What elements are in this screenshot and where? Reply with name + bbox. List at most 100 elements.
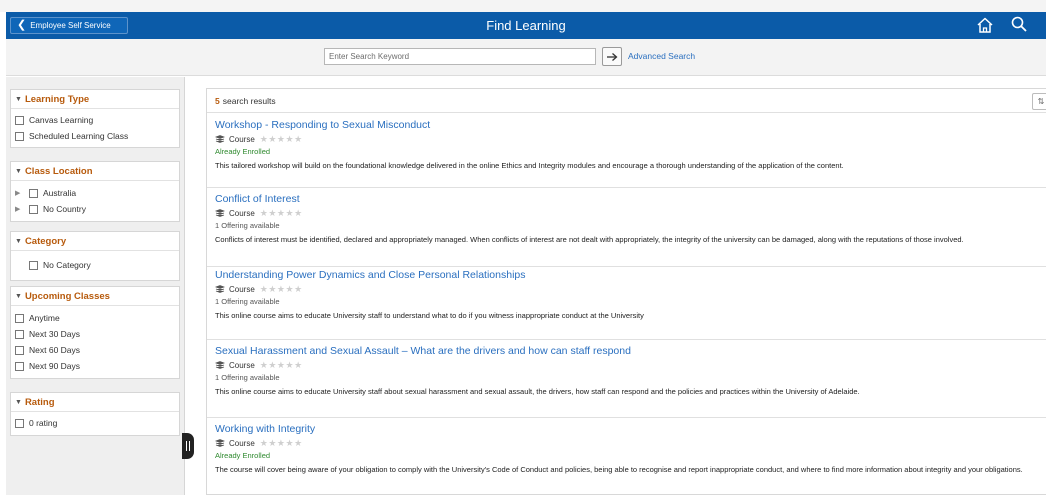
- result-type: Course: [229, 360, 255, 370]
- facet-option: No Category: [11, 257, 179, 273]
- search-icon[interactable]: [1010, 15, 1028, 33]
- option-label: Australia: [43, 188, 77, 198]
- result-type: Course: [229, 134, 255, 144]
- result-title-link[interactable]: Sexual Harassment and Sexual Assault – W…: [215, 345, 1046, 358]
- result-type: Course: [229, 438, 255, 448]
- result-meta: Course ★★★★★: [215, 358, 1046, 372]
- status-label: 1 Offering available: [215, 297, 280, 306]
- course-icon: [215, 134, 225, 143]
- app-banner: ❮ Employee Self Service Find Learning: [6, 12, 1046, 39]
- result-item: Conflict of Interest Course ★★★★★ 1 Offe…: [207, 193, 1046, 267]
- checkbox[interactable]: [15, 329, 24, 339]
- facet-rating: ▼ Rating 0 rating: [10, 392, 180, 436]
- facet-option: Canvas Learning: [11, 112, 179, 128]
- facet-option: Next 60 Days: [11, 342, 179, 358]
- facet-category: ▼ Category No Category: [10, 231, 180, 281]
- keyword-search-input[interactable]: [324, 48, 596, 65]
- option-label: Anytime: [29, 313, 60, 323]
- checkbox[interactable]: [15, 361, 24, 371]
- checkbox[interactable]: [15, 345, 24, 355]
- result-title-link[interactable]: Working with Integrity: [215, 423, 1046, 436]
- facet-title: Category: [24, 235, 67, 247]
- facet-option: Next 30 Days: [11, 326, 179, 342]
- course-icon: [215, 360, 225, 369]
- facet-title: Upcoming Classes: [24, 290, 110, 302]
- option-label: Next 90 Days: [29, 361, 81, 371]
- result-description: This online course aims to educate Unive…: [215, 387, 860, 396]
- course-icon: [215, 208, 225, 217]
- arrow-right-icon: [607, 52, 618, 61]
- facet-header-rating[interactable]: ▼ Rating: [11, 393, 179, 412]
- top-strip: [0, 0, 1046, 12]
- option-label: No Category: [43, 260, 91, 270]
- result-meta: Course ★★★★★: [215, 132, 1046, 146]
- facet-header-category[interactable]: ▼ Category: [11, 232, 179, 251]
- facet-upcoming-classes: ▼ Upcoming Classes Anytime Next 30 Days …: [10, 286, 180, 379]
- page-title: Find Learning: [486, 18, 566, 33]
- facet-option: ▶ Australia: [11, 185, 179, 201]
- collapse-triangle-icon: ▼: [15, 237, 22, 245]
- sort-icon: ⇅: [1037, 97, 1045, 106]
- result-meta: Course ★★★★★: [215, 436, 1046, 450]
- result-title-link[interactable]: Conflict of Interest: [215, 193, 1046, 206]
- checkbox[interactable]: [29, 204, 38, 214]
- course-icon: [215, 438, 225, 447]
- rating-stars: ★★★★★: [259, 359, 303, 370]
- home-icon[interactable]: [976, 16, 994, 34]
- option-label: Scheduled Learning Class: [29, 131, 129, 141]
- status-label: 1 Offering available: [215, 373, 280, 382]
- checkbox[interactable]: [15, 131, 24, 141]
- option-label: Next 60 Days: [29, 345, 81, 355]
- facet-option: ▶ No Country: [11, 201, 179, 217]
- sort-button[interactable]: ⇅: [1032, 93, 1046, 110]
- rating-stars: ★★★★★: [259, 207, 303, 218]
- results-header: 5 search results ⇅: [207, 89, 1046, 113]
- result-meta: Course ★★★★★: [215, 206, 1046, 220]
- result-description: This tailored workshop will build on the…: [215, 161, 844, 170]
- facet-title: Learning Type: [24, 93, 90, 105]
- results-count: 5: [215, 95, 220, 106]
- results-count-label: search results: [222, 95, 276, 106]
- facet-header-upcoming-classes[interactable]: ▼ Upcoming Classes: [11, 287, 179, 306]
- option-label: Canvas Learning: [29, 115, 94, 125]
- facet-option: Scheduled Learning Class: [11, 128, 179, 144]
- option-label: 0 rating: [29, 418, 58, 428]
- result-description: This online course aims to educate Unive…: [215, 311, 644, 320]
- rating-stars: ★★★★★: [259, 283, 303, 294]
- facet-learning-type: ▼ Learning Type Canvas Learning Schedule…: [10, 89, 180, 148]
- result-item: Workshop - Responding to Sexual Miscondu…: [207, 119, 1046, 188]
- collapse-triangle-icon: ▼: [15, 167, 22, 175]
- facet-option: Next 90 Days: [11, 358, 179, 374]
- status-label: 1 Offering available: [215, 221, 280, 230]
- facet-title: Rating: [24, 396, 55, 408]
- checkbox[interactable]: [29, 188, 38, 198]
- facet-header-learning-type[interactable]: ▼ Learning Type: [11, 90, 179, 109]
- result-description: Conflicts of interest must be identified…: [215, 235, 964, 244]
- option-label: Next 30 Days: [29, 329, 81, 339]
- search-go-button[interactable]: [602, 47, 622, 66]
- checkbox[interactable]: [29, 260, 38, 270]
- collapse-triangle-icon: ▼: [15, 398, 22, 406]
- course-icon: [215, 284, 225, 293]
- facet-header-class-location[interactable]: ▼ Class Location: [11, 162, 179, 181]
- search-results-panel: 5 search results ⇅ Workshop - Responding…: [206, 88, 1046, 495]
- checkbox[interactable]: [15, 115, 24, 125]
- result-item: Sexual Harassment and Sexual Assault – W…: [207, 345, 1046, 418]
- result-description: The course will cover being aware of you…: [215, 465, 1023, 474]
- rating-stars: ★★★★★: [259, 437, 303, 448]
- checkbox[interactable]: [15, 418, 24, 428]
- facet-class-location: ▼ Class Location ▶ Australia ▶ No Countr…: [10, 161, 180, 222]
- expand-triangle-icon[interactable]: ▶: [15, 189, 23, 197]
- expand-triangle-icon[interactable]: ▶: [15, 205, 23, 213]
- result-item: Understanding Power Dynamics and Close P…: [207, 269, 1046, 340]
- result-item: Working with Integrity Course ★★★★★ Alre…: [207, 423, 1046, 495]
- result-type: Course: [229, 208, 255, 218]
- filter-pane: ▼ Learning Type Canvas Learning Schedule…: [6, 77, 185, 495]
- facet-option: Anytime: [11, 310, 179, 326]
- status-label: Already Enrolled: [215, 147, 271, 156]
- advanced-search-link[interactable]: Advanced Search: [628, 51, 695, 61]
- result-title-link[interactable]: Understanding Power Dynamics and Close P…: [215, 269, 1046, 282]
- pane-collapse-handle[interactable]: [182, 433, 194, 459]
- result-title-link[interactable]: Workshop - Responding to Sexual Miscondu…: [215, 119, 1046, 132]
- checkbox[interactable]: [15, 313, 24, 323]
